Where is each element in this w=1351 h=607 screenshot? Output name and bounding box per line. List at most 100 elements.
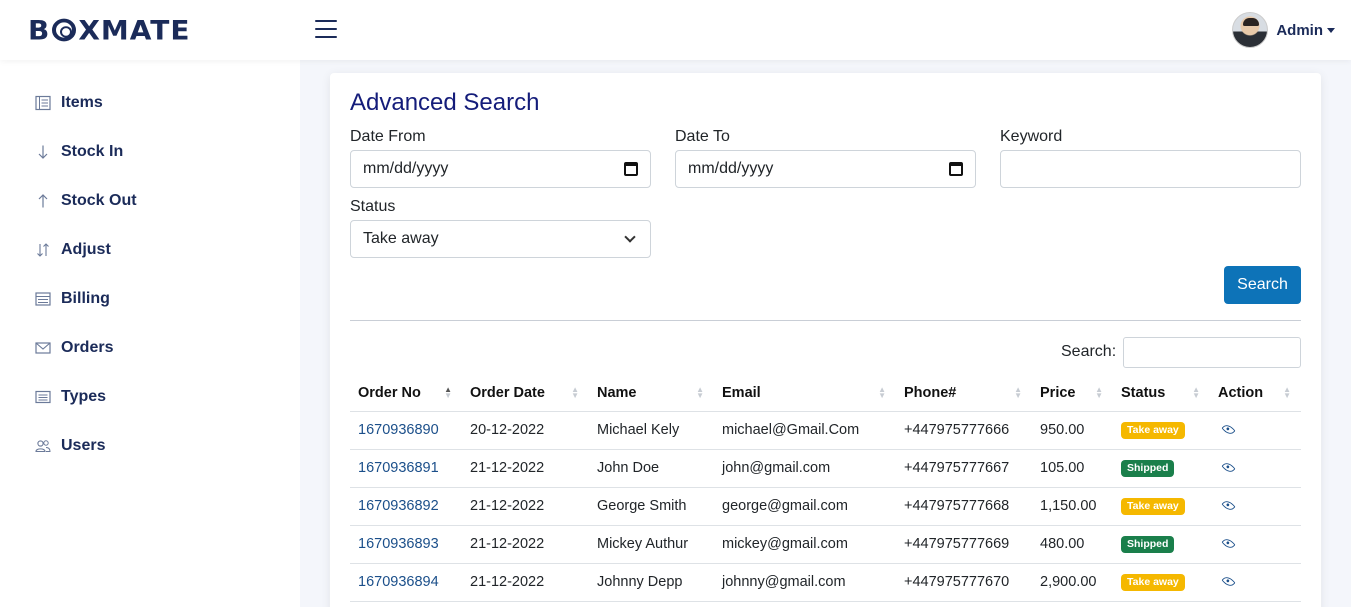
price-cell: 2,900.00 [1032, 563, 1113, 602]
view-eye-icon[interactable] [1221, 574, 1236, 589]
calendar-icon[interactable] [624, 162, 638, 176]
column-header-status[interactable]: Status ▲ ▼ [1113, 375, 1210, 412]
name-cell: Johnny Depp [589, 563, 714, 602]
column-header-label: Name [597, 384, 637, 401]
order-no-cell[interactable]: 1670936893 [350, 525, 462, 564]
date-from-input[interactable]: mm/dd/yyyy [350, 150, 651, 188]
top-bar: B XMATE Admin [0, 0, 1351, 60]
column-header-price[interactable]: Price ▲ ▼ [1032, 375, 1113, 412]
keyword-input[interactable] [1000, 150, 1301, 188]
order-date-cell: 21-12-2022 [462, 449, 589, 488]
sidebar-item-label: Types [61, 387, 107, 405]
order-link[interactable]: 1670936894 [358, 574, 439, 590]
status-selected-value: Take away [363, 230, 439, 247]
order-link[interactable]: 1670936892 [358, 498, 439, 514]
status-cell: Shipped [1113, 525, 1210, 564]
menu-toggle-icon[interactable] [315, 20, 337, 38]
sidebar-item-stock-in[interactable]: Stock In [0, 127, 300, 176]
phone-cell: +447975777666 [896, 411, 1032, 450]
table-row: 1670936894 21-12-2022 Johnny Depp johnny… [350, 563, 1301, 602]
brand-logo[interactable]: B XMATE [28, 14, 191, 45]
column-header-order-date[interactable]: Order Date ▲ ▼ [462, 375, 589, 412]
status-badge: Shipped [1121, 460, 1175, 477]
sidebar-item-label: Stock In [61, 142, 124, 160]
price-cell: 480.00 [1032, 525, 1113, 564]
page-title: Advanced Search [350, 89, 540, 116]
order-date-cell: 21-12-2022 [462, 563, 589, 602]
sidebar-item-types[interactable]: Types [0, 372, 300, 421]
status-badge: Take away [1121, 422, 1185, 439]
advanced-search-card: Advanced Search Date From mm/dd/yyyy Dat… [330, 73, 1321, 607]
order-no-cell[interactable]: 1670936894 [350, 563, 462, 602]
column-header-name[interactable]: Name ▲ ▼ [589, 375, 714, 412]
avatar[interactable] [1232, 12, 1269, 48]
sidebar-item-stock-out[interactable]: Stock Out [0, 176, 300, 225]
sidebar-item-orders[interactable]: Orders [0, 323, 300, 372]
column-header-phone[interactable]: Phone# ▲ ▼ [896, 375, 1032, 412]
status-select[interactable]: Take away [350, 220, 651, 258]
column-header-email[interactable]: Email ▲ ▼ [714, 375, 896, 412]
sort-icon: ▲ ▼ [1014, 385, 1022, 400]
user-name[interactable]: Admin [1276, 22, 1323, 39]
order-link[interactable]: 1670936891 [358, 460, 439, 476]
list-alt-icon [34, 388, 52, 406]
list-icon [34, 94, 52, 112]
caret-down-icon[interactable] [1327, 27, 1335, 33]
chevron-down-icon [624, 231, 636, 243]
email-cell: michael@Gmail.Com [714, 411, 896, 450]
order-link[interactable]: 1670936893 [358, 536, 439, 552]
sidebar-item-label: Users [61, 436, 106, 454]
table-row: 1670936892 21-12-2022 George Smith georg… [350, 487, 1301, 526]
table-row: 1670936891 21-12-2022 John Doe john@gmai… [350, 449, 1301, 488]
sidebar-item-label: Billing [61, 289, 110, 307]
table-row: 1670936890 20-12-2022 Michael Kely micha… [350, 411, 1301, 450]
order-link[interactable]: 1670936890 [358, 422, 439, 438]
email-cell: mickey@gmail.com [714, 525, 896, 564]
column-header-action[interactable]: Action ▲ ▼ [1210, 375, 1301, 412]
sidebar-item-users[interactable]: Users [0, 421, 300, 470]
status-cell: Shipped [1113, 449, 1210, 488]
view-eye-icon[interactable] [1221, 460, 1236, 475]
sidebar-item-billing[interactable]: Billing [0, 274, 300, 323]
date-to-input[interactable]: mm/dd/yyyy [675, 150, 976, 188]
phone-cell: +447975777669 [896, 525, 1032, 564]
sidebar-item-adjust[interactable]: Adjust [0, 225, 300, 274]
column-header-order-no[interactable]: Order No ▲ ▼ [350, 375, 462, 412]
column-header-label: Phone# [904, 384, 957, 401]
phone-cell: +447975777670 [896, 563, 1032, 602]
sort-icon: ▲ ▼ [878, 385, 886, 400]
table-header-row: Order No ▲ ▼ Order Date ▲ ▼ Name ▲ ▼ Email ▲ ▼ P… [350, 375, 1301, 412]
date-to-value: mm/dd/yyyy [688, 160, 774, 177]
action-cell [1210, 449, 1301, 488]
view-eye-icon[interactable] [1221, 498, 1236, 513]
table-search-input[interactable] [1123, 337, 1301, 368]
date-to-label: Date To [675, 128, 730, 145]
view-eye-icon[interactable] [1221, 536, 1236, 551]
search-button[interactable]: Search [1224, 266, 1301, 304]
date-from-label: Date From [350, 128, 426, 145]
sort-icon: ▲ ▼ [1095, 385, 1103, 400]
keyword-label: Keyword [1000, 128, 1063, 145]
action-cell [1210, 411, 1301, 450]
phone-cell: +447975777667 [896, 449, 1032, 488]
price-cell: 1,150.00 [1032, 487, 1113, 526]
status-cell: Take away [1113, 411, 1210, 450]
arrow-up-icon [34, 192, 52, 210]
action-cell [1210, 487, 1301, 526]
order-no-cell[interactable]: 1670936891 [350, 449, 462, 488]
name-cell: Mickey Authur [589, 525, 714, 564]
view-eye-icon[interactable] [1221, 422, 1236, 437]
sidebar-item-items[interactable]: Items [0, 78, 300, 127]
column-header-label: Order Date [470, 384, 545, 401]
name-cell: George Smith [589, 487, 714, 526]
status-badge: Take away [1121, 574, 1185, 591]
sort-icon: ▲ ▼ [1283, 385, 1291, 400]
order-no-cell[interactable]: 1670936892 [350, 487, 462, 526]
status-label: Status [350, 198, 396, 215]
order-no-cell[interactable]: 1670936890 [350, 411, 462, 450]
user-menu[interactable]: Admin [1232, 12, 1335, 48]
sort-icon: ▲ ▼ [696, 385, 704, 400]
calendar-icon[interactable] [949, 162, 963, 176]
sidebar-item-label: Stock Out [61, 191, 137, 209]
sort-icon: ▲ ▼ [444, 385, 452, 400]
